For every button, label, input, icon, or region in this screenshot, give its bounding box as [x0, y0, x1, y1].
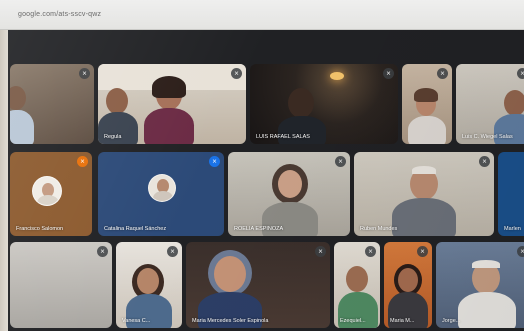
participant-name: Regula — [104, 134, 122, 140]
participant-tile[interactable]: ⨯ Francisco Salomon — [10, 152, 92, 236]
participant-tile[interactable]: ⨯ Regula — [98, 64, 246, 144]
mic-muted-icon: ⨯ — [517, 246, 524, 257]
participant-tile[interactable]: ⨯ — [10, 242, 112, 328]
photo-of-screen: google.com/ats-sscv-qwz ⨯ ⨯ Regula ⨯ LUI… — [0, 0, 524, 331]
mic-muted-icon: ⨯ — [517, 68, 524, 79]
participant-tile[interactable]: ⨯ Jorge... — [436, 242, 524, 328]
video-call-grid: ⨯ ⨯ Regula ⨯ LUIS RAFAEL SALAS ⨯ ⨯ Luis … — [8, 30, 524, 331]
participant-tile[interactable]: Marlen — [498, 152, 524, 236]
participant-tile[interactable]: ⨯ ROELIA ESPINOZA — [228, 152, 350, 236]
participant-name: Luis C. Wiegel Salas — [462, 134, 513, 140]
participant-name: LUIS RAFAEL SALAS — [256, 134, 310, 140]
mic-muted-icon: ⨯ — [97, 246, 108, 257]
mic-muted-icon: ⨯ — [479, 156, 490, 167]
participant-name: ROELIA ESPINOZA — [234, 226, 284, 232]
participant-tile[interactable]: ⨯ Maria Mercedes Soler Espinola — [186, 242, 330, 328]
participant-name: Ezequiel... — [340, 318, 366, 324]
participant-tile[interactable]: ⨯ Ruben Mundes — [354, 152, 494, 236]
participant-tile[interactable]: ⨯ Ezequiel... — [334, 242, 380, 328]
avatar — [32, 176, 62, 206]
mic-muted-icon: ⨯ — [79, 68, 90, 79]
mic-muted-icon: ⨯ — [167, 246, 178, 257]
participant-tile[interactable]: ⨯ Luis C. Wiegel Salas — [456, 64, 524, 144]
participant-name: Catalina Raquel Sánchez — [104, 226, 167, 232]
participant-name: Vanesa C... — [122, 318, 151, 324]
participant-tile[interactable]: ⨯ — [402, 64, 452, 144]
mic-muted-icon: ⨯ — [77, 156, 88, 167]
participant-tile[interactable]: ⨯ Maria M... — [384, 242, 432, 328]
mic-muted-icon: ⨯ — [209, 156, 220, 167]
mic-muted-icon: ⨯ — [437, 68, 448, 79]
participant-tile[interactable]: ⨯ LUIS RAFAEL SALAS — [250, 64, 398, 144]
participant-name: Maria Mercedes Soler Espinola — [192, 318, 269, 324]
browser-address-bar[interactable]: google.com/ats-sscv-qwz — [0, 0, 524, 30]
participant-tile[interactable]: ⨯ Catalina Raquel Sánchez — [98, 152, 224, 236]
url-text: google.com/ats-sscv-qwz — [18, 11, 102, 18]
participant-name: Marlen — [504, 226, 521, 232]
participant-name: Francisco Salomon — [16, 226, 64, 232]
avatar — [148, 174, 176, 202]
mic-muted-icon: ⨯ — [417, 246, 428, 257]
participant-name: Jorge... — [442, 318, 461, 324]
mic-muted-icon: ⨯ — [335, 156, 346, 167]
participant-name: Ruben Mundes — [360, 226, 398, 232]
participant-name: Maria M... — [390, 318, 415, 324]
mic-muted-icon: ⨯ — [383, 68, 394, 79]
participant-tile[interactable]: ⨯ Vanesa C... — [116, 242, 182, 328]
mic-muted-icon: ⨯ — [315, 246, 326, 257]
mic-muted-icon: ⨯ — [365, 246, 376, 257]
participant-tile[interactable]: ⨯ — [10, 64, 94, 144]
mic-muted-icon: ⨯ — [231, 68, 242, 79]
